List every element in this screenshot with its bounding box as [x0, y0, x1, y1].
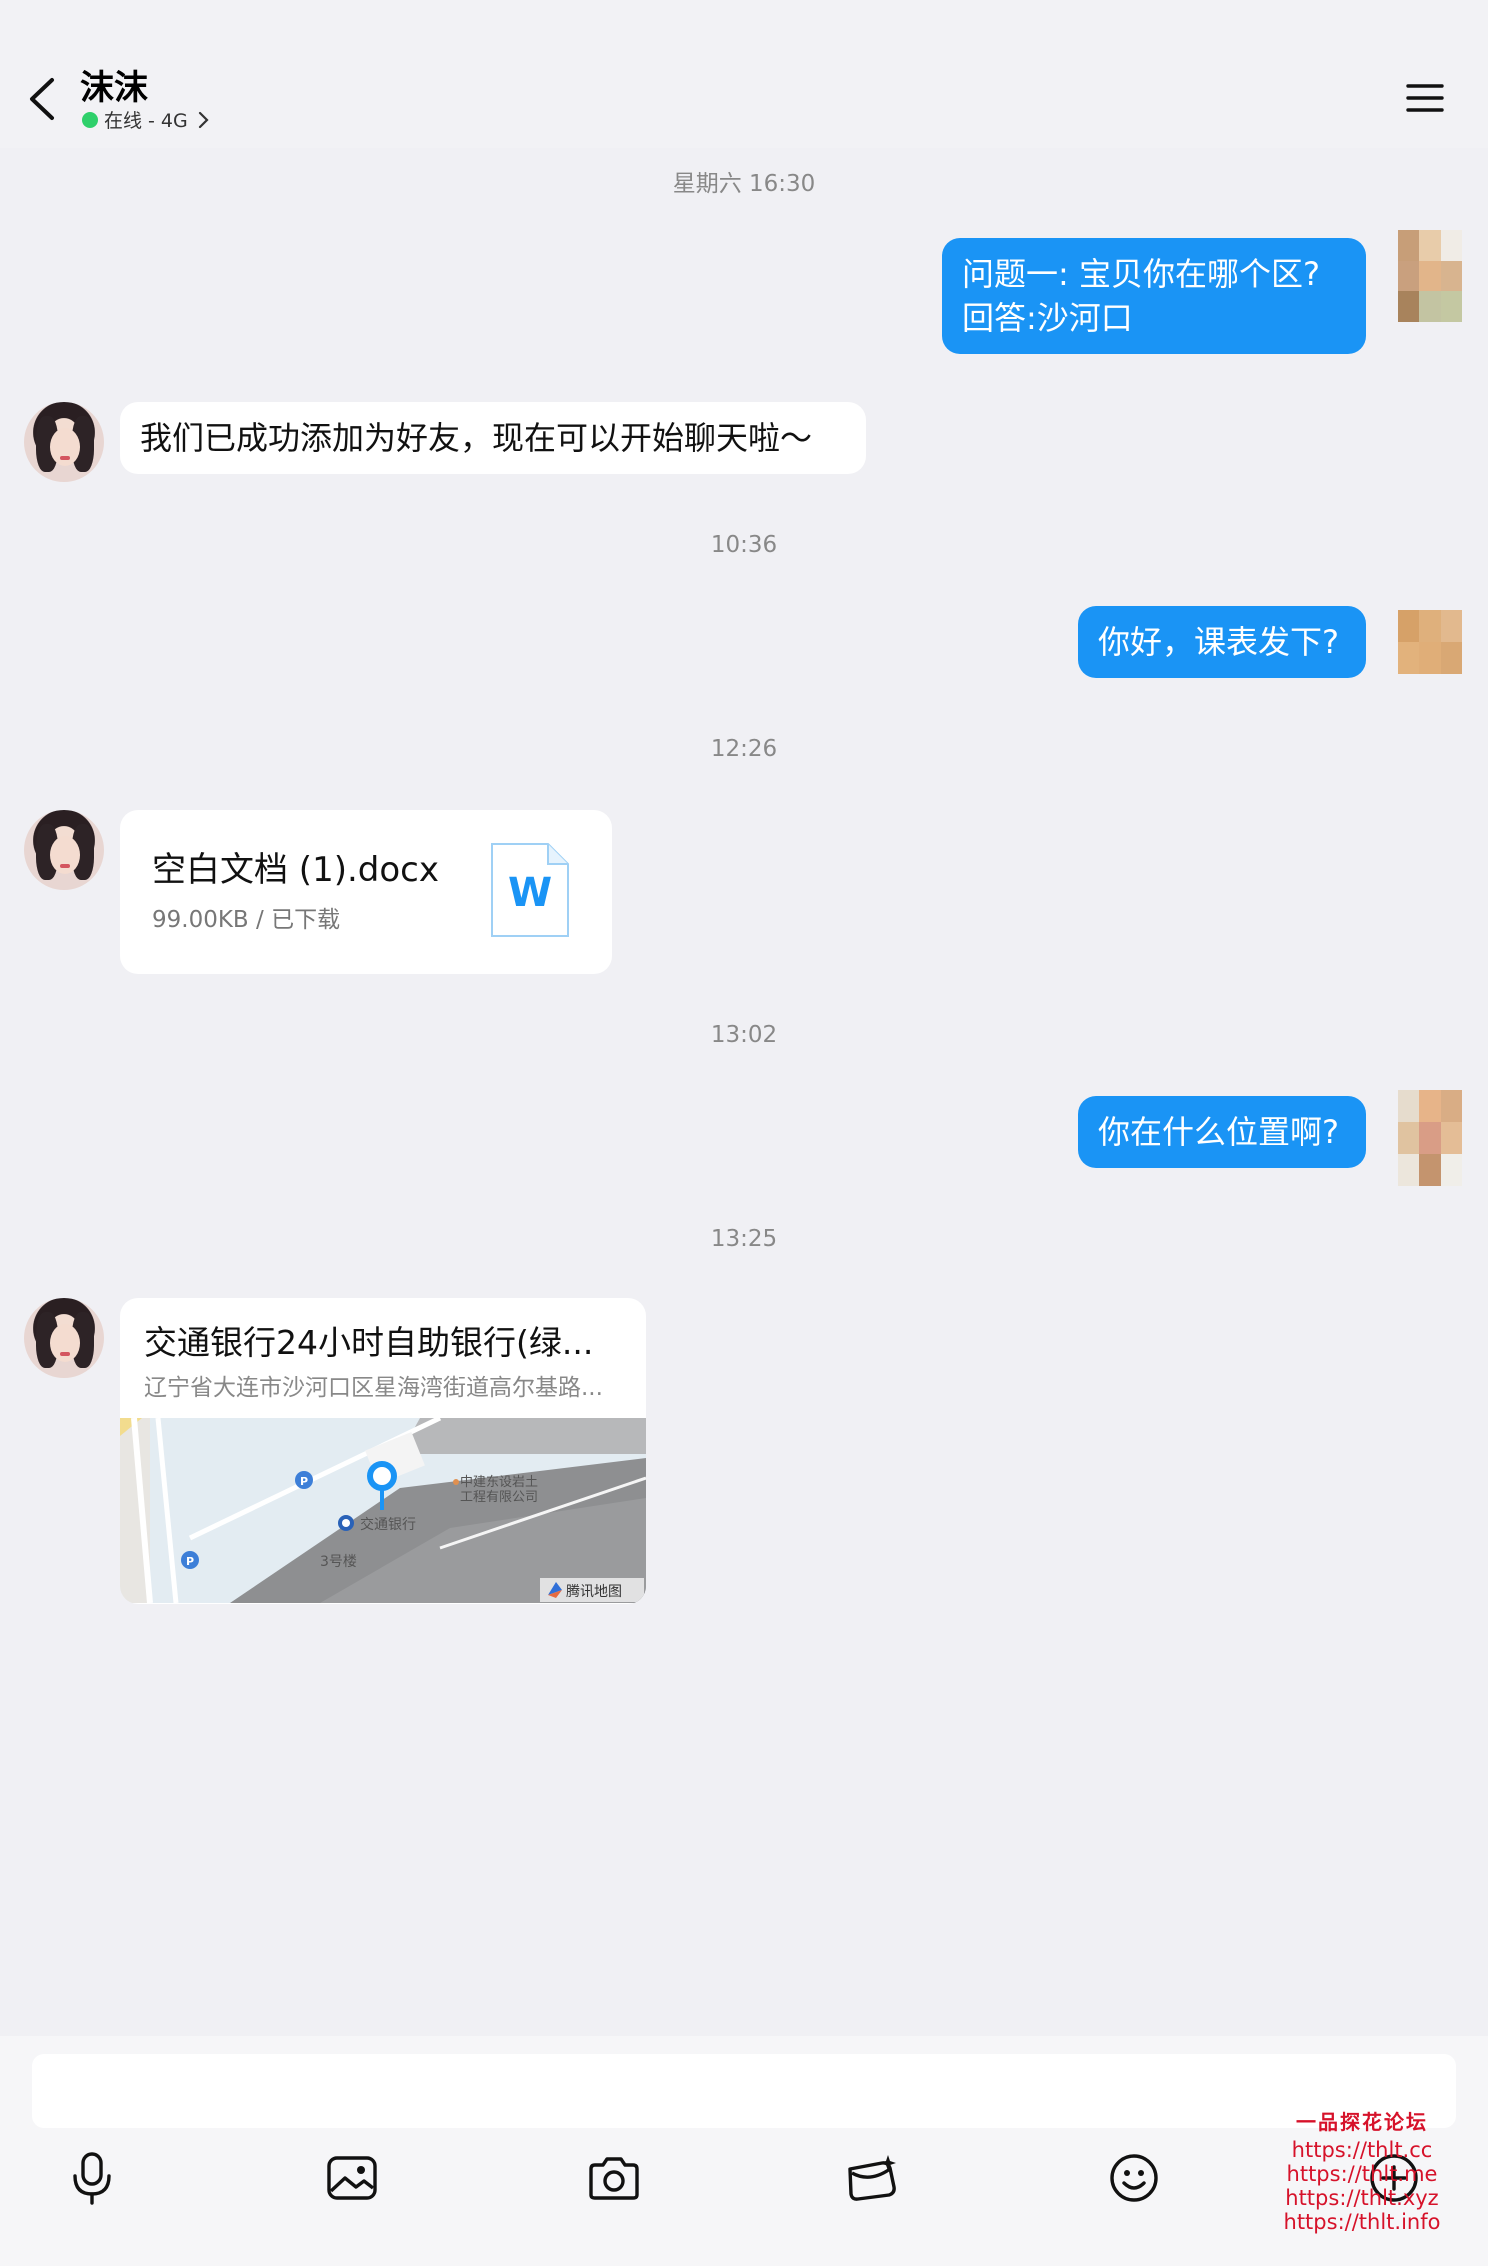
mic-icon	[73, 2152, 111, 2205]
menu-icon[interactable]	[1405, 80, 1445, 116]
chevron-right-icon	[198, 111, 209, 128]
watermark: 一品探花论坛 https://thlt.cc https://thlt.me h…	[1262, 2110, 1462, 2234]
online-status[interactable]: 在线 - 4G	[82, 106, 210, 133]
file-meta: 99.00KB / 已下载	[152, 907, 341, 933]
svg-text:P: P	[186, 1555, 194, 1568]
location-message-card[interactable]: 交通银行24小时自助银行(绿... 辽宁省大连市沙河口区星海湾街道高尔基路...…	[120, 1298, 646, 1604]
camera-icon	[589, 2157, 639, 2200]
timestamp: 12:26	[710, 736, 778, 762]
message-bubble-incoming[interactable]: 我们已成功添加为好友，现在可以开始聊天啦～	[120, 402, 866, 474]
location-address: 辽宁省大连市沙河口区星海湾街道高尔基路...	[144, 1375, 603, 1401]
watermark-url: https://thlt.xyz	[1285, 2186, 1439, 2210]
back-icon[interactable]	[20, 72, 64, 126]
timestamp: 13:02	[710, 1022, 778, 1048]
watermark-title: 一品探花论坛	[1296, 2110, 1428, 2134]
online-dot-icon	[82, 111, 98, 128]
camera-button[interactable]	[574, 2138, 654, 2218]
word-doc-icon: W	[491, 843, 569, 937]
message-bubble-outgoing[interactable]: 你好，课表发下?	[1078, 606, 1366, 678]
message-bubble-outgoing[interactable]: 你在什么位置啊?	[1078, 1096, 1366, 1168]
my-avatar[interactable]	[1398, 610, 1462, 674]
svg-text:W: W	[508, 870, 552, 916]
photo-button[interactable]	[312, 2138, 392, 2218]
map-label-company: 中建东设岩土工程有限公司	[460, 1475, 538, 1505]
message-bubble-outgoing[interactable]: 问题一: 宝贝你在哪个区? 回答:沙河口	[942, 238, 1366, 354]
my-avatar[interactable]	[1398, 1090, 1462, 1186]
red-packet-button[interactable]	[832, 2138, 912, 2218]
voice-button[interactable]	[52, 2138, 132, 2218]
red-packet-icon	[848, 2155, 896, 2201]
map-provider-label: 腾讯地图	[566, 1583, 622, 1600]
message-text: 你在什么位置啊?	[1098, 1113, 1339, 1151]
contact-avatar[interactable]	[24, 402, 104, 482]
watermark-url: https://thlt.cc	[1291, 2138, 1433, 2162]
file-name: 空白文档 (1).docx	[152, 850, 439, 890]
timestamp: 10:36	[710, 532, 778, 558]
emoji-button[interactable]	[1094, 2138, 1174, 2218]
message-text: 我们已成功添加为好友，现在可以开始聊天啦～	[140, 419, 813, 457]
status-text: 在线 - 4G	[104, 110, 188, 132]
timestamp: 星期六 16:30	[672, 171, 816, 197]
message-text: 问题一: 宝贝你在哪个区?	[962, 255, 1320, 293]
chat-header: 沫沫 在线 - 4G	[0, 0, 1488, 148]
contact-avatar[interactable]	[24, 810, 104, 890]
timestamp: 13:25	[710, 1226, 778, 1252]
location-title: 交通银行24小时自助银行(绿...	[144, 1323, 594, 1362]
my-avatar[interactable]	[1398, 230, 1462, 322]
file-message-card[interactable]: 空白文档 (1).docx 99.00KB / 已下载 W	[120, 810, 612, 974]
message-text: 你好，课表发下?	[1098, 623, 1339, 661]
contact-avatar[interactable]	[24, 1298, 104, 1378]
map-label-building: 3号楼	[320, 1554, 357, 1570]
location-map[interactable]: P P 交通银行 中建东设岩土工程有限公司 3号楼 腾讯地图	[120, 1418, 646, 1603]
message-text: 回答:沙河口	[962, 299, 1133, 337]
svg-text:P: P	[300, 1475, 308, 1488]
message-input[interactable]	[32, 2054, 1456, 2128]
emoji-icon	[1110, 2154, 1158, 2202]
map-label-bank: 交通银行	[360, 1516, 416, 1533]
image-icon	[327, 2156, 377, 2200]
watermark-url: https://thlt.info	[1283, 2210, 1441, 2234]
watermark-url: https://thlt.me	[1286, 2162, 1438, 2186]
contact-name[interactable]: 沫沫	[80, 60, 148, 109]
